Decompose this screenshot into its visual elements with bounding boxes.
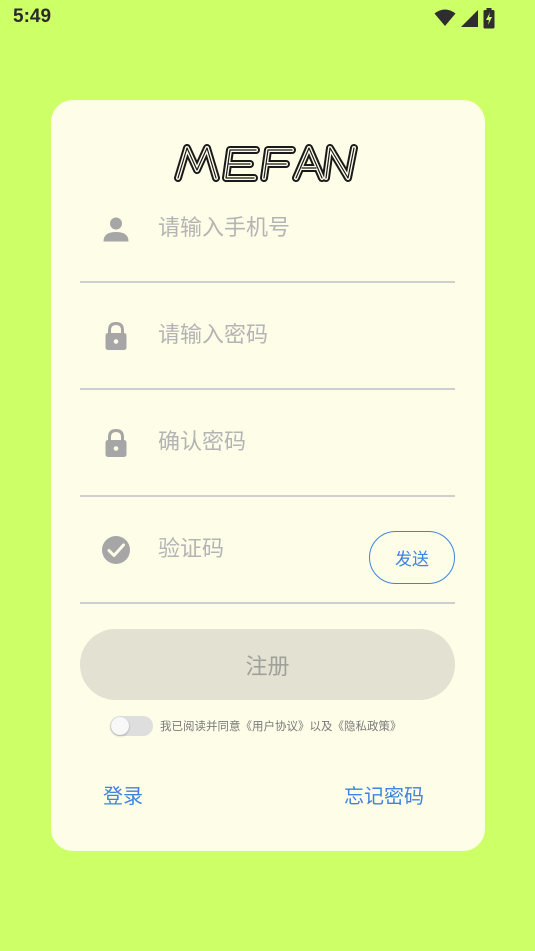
- lock-icon: [101, 321, 131, 351]
- agreement-text[interactable]: 我已阅读并同意《用户协议》以及《隐私政策》: [160, 718, 402, 734]
- confirm-password-input[interactable]: [158, 390, 368, 495]
- password-field: [80, 283, 455, 390]
- toggle-knob: [111, 717, 129, 735]
- signal-icon: [460, 9, 479, 28]
- wifi-icon: [434, 9, 456, 27]
- agreement-row: 我已阅读并同意《用户协议》以及《隐私政策》: [110, 715, 402, 737]
- status-bar: 5:49: [0, 0, 535, 38]
- status-time: 5:49: [13, 6, 52, 27]
- battery-charging-icon: [483, 7, 495, 29]
- register-card: 发送 注册 我已阅读并同意《用户协议》以及《隐私政策》 登录 忘记密码: [51, 100, 485, 851]
- forgot-password-link[interactable]: 忘记密码: [344, 780, 424, 809]
- verification-code-field: 发送: [80, 497, 455, 604]
- verification-code-input[interactable]: [158, 497, 368, 602]
- phone-input[interactable]: [158, 176, 368, 281]
- confirm-password-field: [80, 390, 455, 497]
- login-link[interactable]: 登录: [103, 780, 143, 809]
- send-code-button[interactable]: 发送: [369, 531, 455, 584]
- lock-icon: [101, 428, 131, 458]
- password-input[interactable]: [158, 283, 368, 388]
- status-icons: [434, 7, 495, 29]
- check-circle-icon: [101, 535, 131, 565]
- person-icon: [101, 214, 131, 244]
- phone-field: [80, 176, 455, 283]
- register-button[interactable]: 注册: [80, 629, 455, 700]
- agreement-toggle[interactable]: [110, 716, 153, 736]
